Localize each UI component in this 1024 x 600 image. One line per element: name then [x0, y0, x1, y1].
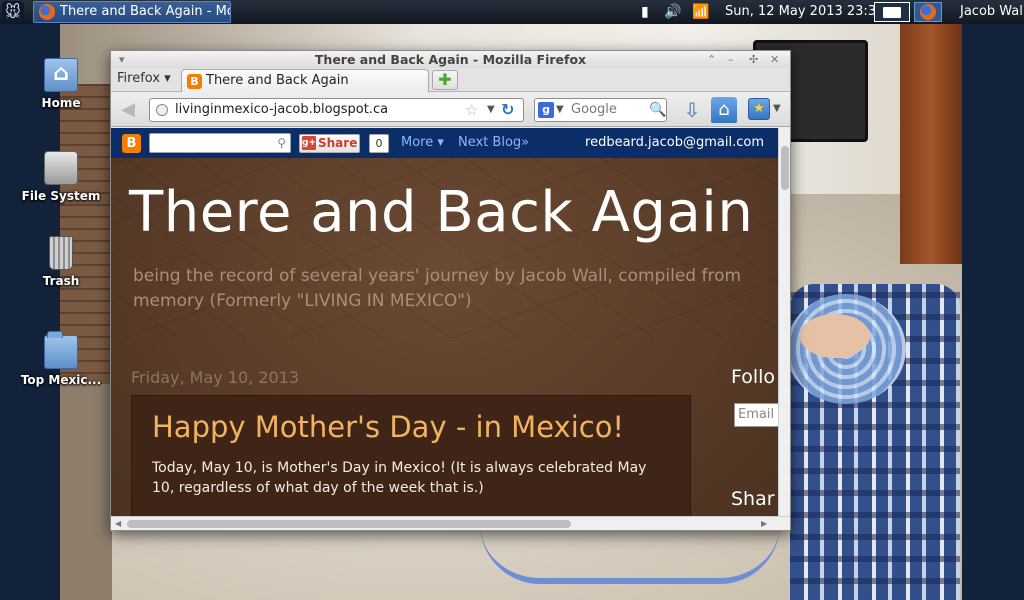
url-bar[interactable]: livinginmexico-jacob.blogspot.ca ☆ ▼ ↻: [149, 98, 524, 122]
window-menu-icon[interactable]: ▾: [119, 51, 125, 68]
post: Happy Mother's Day - in Mexico! Today, M…: [131, 395, 691, 516]
firefox-icon: [39, 4, 55, 20]
search-magnifier-icon[interactable]: 🔍: [649, 99, 666, 121]
downloads-arrow-icon[interactable]: ⇩: [680, 98, 704, 122]
blog-search-input[interactable]: ⚲: [149, 133, 291, 153]
applications-menu-icon[interactable]: 🐭: [2, 1, 24, 23]
show-desktop-button[interactable]: [874, 2, 910, 22]
tab-label: There and Back Again: [206, 73, 349, 88]
drive-icon: [44, 151, 78, 185]
window-titlebar[interactable]: ▾ There and Back Again - Mozilla Firefox…: [111, 51, 790, 68]
desktop-icon-label: Trash: [42, 274, 80, 288]
desktop-icon-label: Home: [41, 96, 81, 110]
more-label: More: [401, 135, 434, 150]
taskbar-firefox-button[interactable]: There and Back Again - Mo...: [33, 1, 231, 23]
desktop-icon-file-system[interactable]: File System: [19, 151, 103, 203]
workspace-firefox-button[interactable]: [914, 2, 942, 22]
tab-there-and-back-again[interactable]: B There and Back Again: [181, 69, 429, 92]
vertical-scroll-thumb[interactable]: [781, 146, 789, 190]
trash-icon: [49, 236, 73, 270]
share-label: Share: [318, 136, 358, 150]
minimize-icon[interactable]: –: [728, 51, 734, 68]
firefox-icon: [920, 4, 936, 20]
site-identity-icon[interactable]: [156, 104, 168, 116]
navigation-toolbar: ◀ livinginmexico-jacob.blogspot.ca ☆ ▼ ↻…: [111, 93, 790, 127]
scroll-left-icon[interactable]: ◀: [115, 519, 121, 528]
gplus-share-button[interactable]: g+ Share: [299, 134, 360, 153]
top-panel: 🐭 There and Back Again - Mo... ▮ 🔊 📶 Sun…: [0, 0, 1024, 24]
desktop-icon-label: Top Mexic...: [20, 373, 102, 387]
desktop-icon-trash[interactable]: Trash: [19, 236, 103, 288]
share-count: 0: [369, 134, 389, 153]
blogger-logo-icon[interactable]: B: [122, 134, 141, 153]
blog-title[interactable]: There and Back Again: [129, 180, 753, 245]
desktop-icon-top-mexico[interactable]: Top Mexic...: [19, 331, 103, 387]
tab-strip: Firefox ▾ B There and Back Again ✚: [111, 68, 790, 92]
more-menu[interactable]: More ▾: [401, 128, 444, 158]
post-body: Today, May 10, is Mother's Day in Mexico…: [152, 460, 647, 496]
firefox-window: ▾ There and Back Again - Mozilla Firefox…: [110, 50, 791, 531]
battery-icon[interactable]: ▮: [641, 0, 649, 24]
wifi-icon[interactable]: 📶: [692, 0, 709, 24]
bookmark-star-icon[interactable]: ☆: [465, 99, 478, 121]
close-icon[interactable]: ✕: [770, 51, 779, 68]
blog-content: There and Back Again being the record of…: [111, 158, 778, 516]
next-blog-link[interactable]: Next Blog»: [458, 128, 529, 158]
blogger-favicon-icon: B: [187, 74, 202, 89]
search-bar[interactable]: g ▼ Google 🔍: [534, 98, 667, 122]
follow-email-field[interactable]: Email: [734, 403, 778, 427]
url-text[interactable]: livinginmexico-jacob.blogspot.ca: [175, 99, 388, 121]
page-viewport: B ⚲ g+ Share 0 More ▾ Next Blog» redbear…: [111, 128, 778, 516]
maximize-icon[interactable]: ✣: [749, 51, 758, 68]
vertical-scrollbar[interactable]: [778, 128, 790, 516]
user-menu[interactable]: Jacob Wall: [960, 0, 1024, 24]
sidebar-follow-heading: Follo: [731, 366, 776, 388]
window-title: There and Back Again - Mozilla Firefox: [314, 52, 587, 67]
firefox-menu-label: Firefox: [117, 71, 161, 86]
gplus-icon: g+: [302, 136, 316, 150]
horizontal-scrollbar[interactable]: ◀ ▶: [111, 516, 790, 530]
bookmarks-icon[interactable]: ★: [748, 98, 770, 120]
clock[interactable]: Sun, 12 May 2013 23:35: [725, 0, 884, 24]
account-email[interactable]: redbeard.jacob@gmail.com: [585, 128, 764, 158]
desktop-icon-label: File System: [21, 189, 101, 203]
blogger-navbar: B ⚲ g+ Share 0 More ▾ Next Blog» redbear…: [111, 128, 778, 158]
firefox-menu-button[interactable]: Firefox ▾: [117, 71, 171, 86]
desktop-icon-home[interactable]: Home: [19, 58, 103, 110]
bookmarks-dropdown-icon[interactable]: ▼: [773, 98, 781, 120]
search-icon[interactable]: ⚲: [277, 134, 286, 152]
home-folder-icon: [44, 58, 78, 92]
engine-dropdown-icon[interactable]: ▼: [556, 99, 564, 121]
search-input[interactable]: Google: [571, 99, 617, 121]
blog-description: being the record of several years' journ…: [133, 266, 742, 311]
home-icon[interactable]: ⌂: [711, 97, 737, 123]
folder-icon: [44, 331, 78, 369]
taskbar-window-title: There and Back Again - Mo...: [60, 4, 231, 19]
google-engine-icon[interactable]: g: [538, 102, 554, 118]
new-tab-button[interactable]: ✚: [432, 70, 458, 90]
volume-icon[interactable]: 🔊: [664, 0, 681, 24]
scroll-right-icon[interactable]: ▶: [761, 519, 767, 528]
history-dropdown-icon[interactable]: ▼: [487, 99, 495, 121]
sidebar-share-heading: Shar: [731, 488, 775, 510]
post-title[interactable]: Happy Mother's Day - in Mexico!: [152, 410, 624, 444]
back-arrow-icon[interactable]: ◀: [117, 99, 139, 121]
shade-icon[interactable]: ⌃: [707, 51, 716, 68]
reload-icon[interactable]: ↻: [501, 99, 514, 121]
horizontal-scroll-thumb[interactable]: [127, 520, 571, 528]
post-date: Friday, May 10, 2013: [131, 368, 300, 387]
